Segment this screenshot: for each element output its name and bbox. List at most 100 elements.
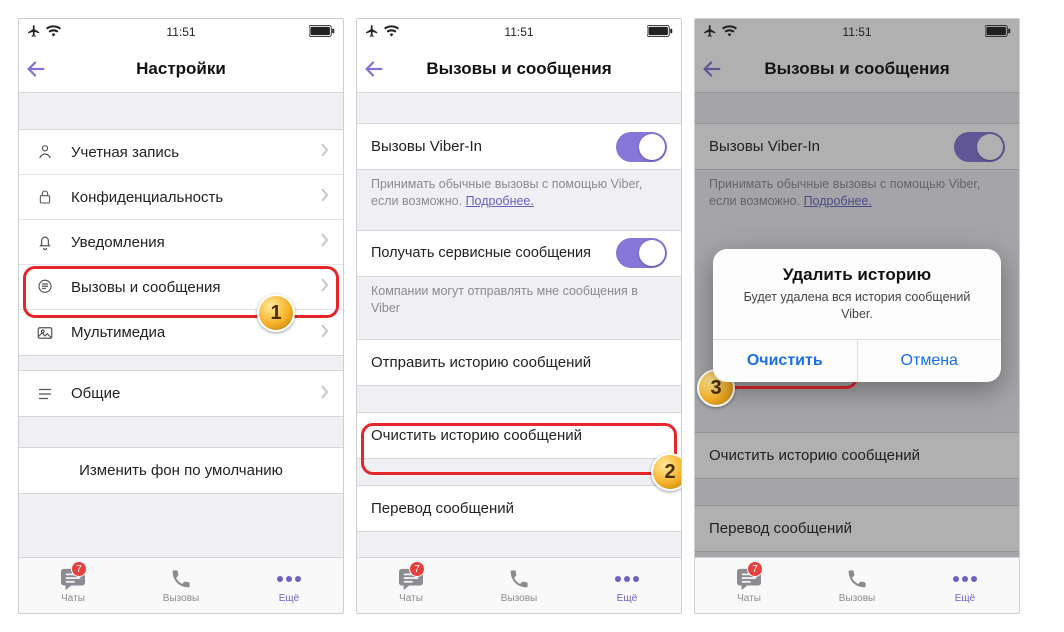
nav-header: Настройки <box>19 45 343 93</box>
chevron-right-icon <box>321 143 329 161</box>
tab-label: Чаты <box>61 593 85 604</box>
phone-icon <box>508 567 530 591</box>
back-button[interactable] <box>363 45 385 92</box>
service-messages-caption: Компании могут отправлять мне сообщения … <box>357 277 681 325</box>
settings-item-label: Конфиденциальность <box>71 189 321 206</box>
screen-settings: 11:51 Настройки Учетная запись Конфиденц… <box>18 18 344 614</box>
tab-more[interactable]: Ещё <box>235 558 343 613</box>
settings-item-privacy[interactable]: Конфиденциальность <box>19 175 343 220</box>
badge-count: 7 <box>409 561 425 577</box>
screen-calls-messages: 11:51 Вызовы и сообщения Вызовы Viber-In… <box>356 18 682 614</box>
translate-label: Перевод сообщений <box>371 500 667 517</box>
clear-history-button[interactable]: Очистить историю сообщений <box>695 433 1019 478</box>
chevron-right-icon <box>321 385 329 403</box>
more-icon <box>952 567 978 591</box>
settings-item-label: Общие <box>71 385 321 402</box>
clear-history-button[interactable]: Очистить историю сообщений <box>357 413 681 458</box>
chat-icon <box>33 278 57 296</box>
viber-in-row[interactable]: Вызовы Viber-In <box>695 124 1019 169</box>
alert-message: Будет удалена вся история сообщений Vibe… <box>713 289 1001 339</box>
viber-in-label: Вызовы Viber-In <box>709 138 954 155</box>
badge-count: 7 <box>747 561 763 577</box>
page-title: Настройки <box>136 59 226 79</box>
tab-bar: 7 Чаты Вызовы Ещё <box>19 557 343 613</box>
tab-calls[interactable]: Вызовы <box>803 558 911 613</box>
list-icon <box>33 386 57 402</box>
translate-messages-button[interactable]: Перевод сообщений <box>695 506 1019 551</box>
image-icon <box>33 324 57 342</box>
tab-chats[interactable]: 7 Чаты <box>19 558 127 613</box>
more-icon <box>614 567 640 591</box>
tab-label: Ещё <box>279 593 299 604</box>
viber-in-label: Вызовы Viber-In <box>371 138 616 155</box>
tab-chats[interactable]: 7 Чаты <box>357 558 465 613</box>
status-time: 11:51 <box>19 25 343 39</box>
tab-calls[interactable]: Вызовы <box>465 558 573 613</box>
tab-chats[interactable]: 7 Чаты <box>695 558 803 613</box>
back-button[interactable] <box>701 45 723 92</box>
tab-bar: 7 Чаты Вызовы Ещё <box>695 557 1019 613</box>
viber-in-toggle[interactable] <box>616 132 667 162</box>
tab-more[interactable]: Ещё <box>573 558 681 613</box>
tab-label: Вызовы <box>501 593 537 604</box>
translate-label: Перевод сообщений <box>709 520 1005 537</box>
viber-in-caption: Принимать обычные вызовы с помощью Viber… <box>357 170 681 218</box>
more-icon <box>276 567 302 591</box>
delete-history-alert: Удалить историю Будет удалена вся истори… <box>713 249 1001 382</box>
wallpaper-label: Изменить фон по умолчанию <box>79 462 283 479</box>
status-bar: 11:51 <box>695 19 1019 45</box>
phone-icon <box>170 567 192 591</box>
back-button[interactable] <box>25 45 47 92</box>
settings-item-account[interactable]: Учетная запись <box>19 130 343 175</box>
tab-label: Ещё <box>955 593 975 604</box>
translate-messages-button[interactable]: Перевод сообщений <box>357 486 681 531</box>
learn-more-link[interactable]: Подробнее. <box>466 194 534 208</box>
alert-confirm-button[interactable]: Очистить <box>713 340 858 382</box>
viber-in-caption: Принимать обычные вызовы с помощью Viber… <box>695 170 1019 218</box>
chevron-right-icon <box>321 324 329 342</box>
status-time: 11:51 <box>695 25 1019 39</box>
page-title: Вызовы и сообщения <box>764 59 949 79</box>
clear-history-label: Очистить историю сообщений <box>709 447 1005 464</box>
service-messages-toggle[interactable] <box>616 238 667 268</box>
send-history-button[interactable]: Отправить историю сообщений <box>357 340 681 385</box>
lock-icon <box>33 188 57 206</box>
chevron-right-icon <box>321 233 329 251</box>
settings-item-calls-messages[interactable]: Вызовы и сообщения <box>19 265 343 310</box>
screen-clear-history-alert: 11:51 Вызовы и сообщения Вызовы Viber-In… <box>694 18 1020 614</box>
tab-label: Чаты <box>737 593 761 604</box>
settings-item-notifications[interactable]: Уведомления <box>19 220 343 265</box>
service-messages-row[interactable]: Получать сервисные сообщения <box>357 231 681 276</box>
tab-more[interactable]: Ещё <box>911 558 1019 613</box>
change-wallpaper-button[interactable]: Изменить фон по умолчанию <box>19 448 343 493</box>
learn-more-link[interactable]: Подробнее. <box>804 194 872 208</box>
alert-cancel-button[interactable]: Отмена <box>858 340 1002 382</box>
alert-title: Удалить историю <box>713 249 1001 289</box>
phone-icon <box>846 567 868 591</box>
tab-label: Чаты <box>399 593 423 604</box>
clear-history-label: Очистить историю сообщений <box>371 427 667 444</box>
step-marker-1: 1 <box>257 294 295 332</box>
person-icon <box>33 143 57 161</box>
page-title: Вызовы и сообщения <box>426 59 611 79</box>
settings-item-label: Учетная запись <box>71 144 321 161</box>
tab-calls[interactable]: Вызовы <box>127 558 235 613</box>
status-time: 11:51 <box>357 25 681 39</box>
settings-item-label: Вызовы и сообщения <box>71 279 321 296</box>
step-marker-2: 2 <box>651 453 682 491</box>
settings-item-general[interactable]: Общие <box>19 371 343 416</box>
status-bar: 11:51 <box>19 19 343 45</box>
send-history-label: Отправить историю сообщений <box>371 354 667 371</box>
tab-label: Вызовы <box>839 593 875 604</box>
viber-in-toggle[interactable] <box>954 132 1005 162</box>
nav-header: Вызовы и сообщения <box>357 45 681 93</box>
status-bar: 11:51 <box>357 19 681 45</box>
service-messages-label: Получать сервисные сообщения <box>371 245 616 261</box>
viber-in-row[interactable]: Вызовы Viber-In <box>357 124 681 169</box>
chevron-right-icon <box>321 188 329 206</box>
badge-count: 7 <box>71 561 87 577</box>
bell-icon <box>33 233 57 251</box>
nav-header: Вызовы и сообщения <box>695 45 1019 93</box>
tab-label: Вызовы <box>163 593 199 604</box>
tab-bar: 7 Чаты Вызовы Ещё <box>357 557 681 613</box>
